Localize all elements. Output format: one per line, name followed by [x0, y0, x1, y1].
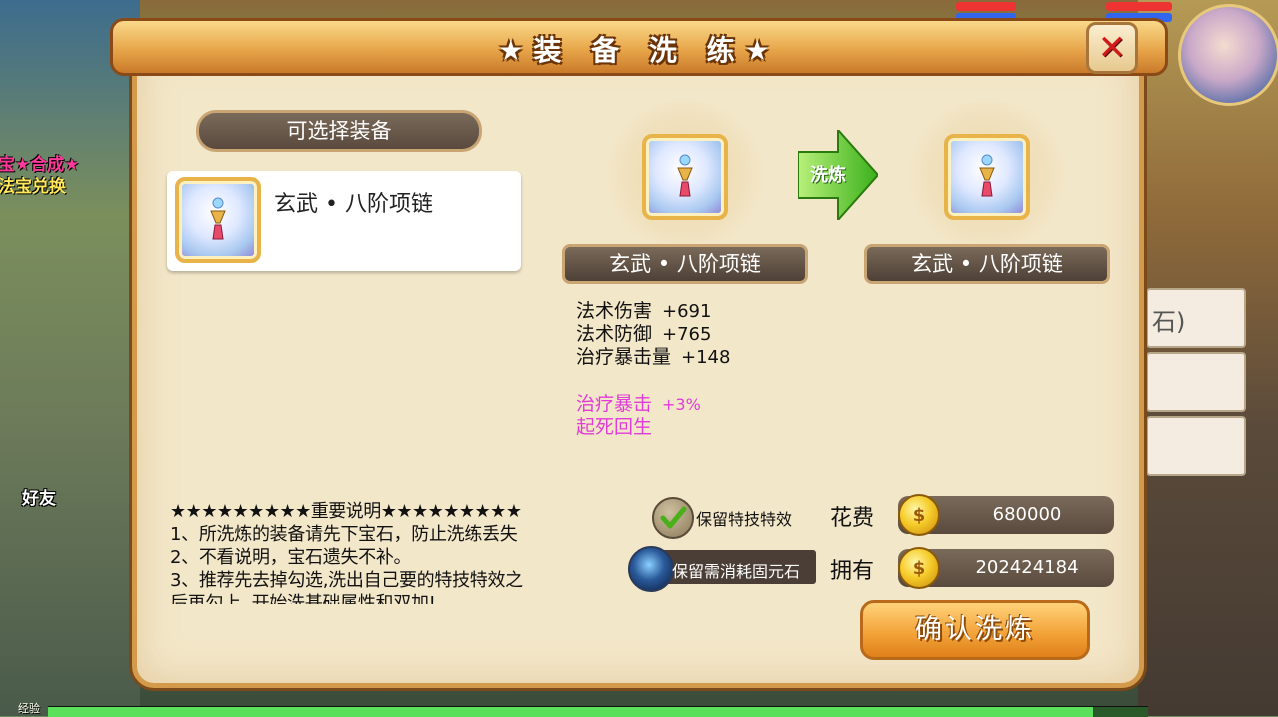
refine-arrow-label: 洗炼	[810, 165, 846, 186]
own-box: $ 202424184	[898, 547, 1114, 589]
cost-label: 花费	[830, 506, 875, 531]
gem-icon	[628, 546, 674, 592]
right-panel-entry[interactable]: 石)	[1146, 288, 1246, 348]
current-equipment-name: 玄武 • 八阶项链	[562, 244, 808, 284]
cost-box: $ 680000	[898, 494, 1114, 536]
result-equipment-name: 玄武 • 八阶项链	[864, 244, 1110, 284]
stat-value: +148	[681, 347, 731, 368]
keep-gem-option[interactable]: 保留需消耗固元石	[628, 546, 816, 592]
exp-bar	[48, 706, 1148, 717]
result-necklace-icon	[944, 134, 1030, 220]
keep-special-label: 保留特技特效	[696, 510, 793, 529]
dialog-title-bar: ★装 备 洗 练★	[110, 18, 1168, 76]
necklace-icon	[175, 177, 261, 263]
special-stat-row: 起死回生	[576, 412, 652, 439]
cost-value: 680000	[992, 504, 1062, 525]
necklace-glyph-icon	[677, 154, 693, 197]
current-necklace-icon	[642, 134, 728, 220]
note-line: 后再勾上, 开始洗基础属性和双加!	[170, 593, 436, 604]
own-label: 拥有	[830, 559, 875, 584]
friend-button[interactable]: 好友	[22, 484, 56, 509]
equipment-name: 玄武 • 八阶项链	[274, 192, 433, 217]
gold-coin-icon: $	[898, 494, 940, 536]
confirm-refine-button[interactable]: 确认洗炼	[860, 600, 1090, 660]
close-icon: ✕	[1097, 28, 1127, 68]
right-panel-entry[interactable]	[1146, 352, 1246, 412]
hp-bar	[956, 2, 1016, 11]
right-panel-text: 石)	[1152, 308, 1186, 336]
exp-label: 经验	[18, 702, 40, 715]
selectable-equipment-header: 可选择装备	[196, 110, 482, 152]
dialog-title: ★装 备 洗 练★	[498, 34, 780, 67]
right-panel-entry[interactable]	[1146, 416, 1246, 476]
gold-coin-icon: $	[898, 547, 940, 589]
necklace-glyph-icon	[210, 197, 226, 240]
own-value: 202424184	[975, 557, 1079, 578]
close-button[interactable]: ✕	[1086, 22, 1138, 74]
checkmark-icon	[660, 506, 687, 529]
player-avatar[interactable]	[1178, 4, 1278, 106]
stat-row: 治疗暴击量 +148	[576, 342, 730, 369]
side-link-exchange[interactable]: 法宝兑换	[0, 172, 66, 197]
pet-hp-bar	[1106, 2, 1172, 11]
notes-panel: ★★★★★★★★★重要说明★★★★★★★★★ 1、所洗炼的装备请先下宝石，防止洗…	[160, 492, 620, 604]
keep-gem-label: 保留需消耗固元石	[672, 562, 801, 581]
necklace-glyph-icon	[979, 154, 995, 197]
keep-special-checkbox[interactable]	[652, 497, 694, 539]
special-stat-value: +3%	[662, 395, 701, 414]
scene-left-area	[0, 0, 140, 716]
special-stat-name: 起死回生	[576, 416, 653, 438]
stat-name: 治疗暴击量	[576, 346, 672, 368]
